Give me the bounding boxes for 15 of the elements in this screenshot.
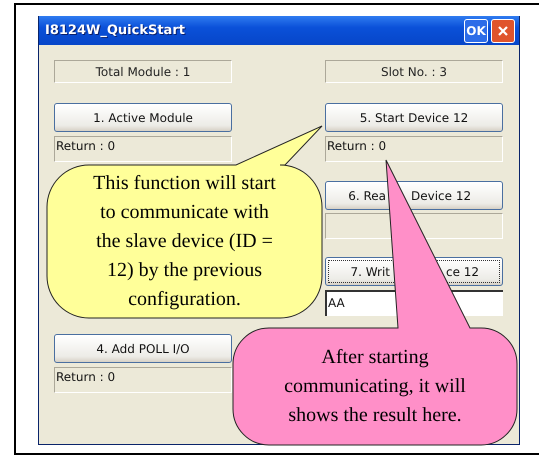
result-field: Return : 0 (54, 367, 232, 393)
info-label: Total Module : 1 (54, 60, 232, 83)
result-field: Return : 0 (325, 136, 503, 162)
action-button[interactable]: 5. Start Device 12 (325, 103, 503, 132)
result-field: Return : 0 (54, 136, 232, 162)
action-button[interactable]: 1. Active Module (54, 103, 232, 132)
window-title: I8124W_QuickStart (45, 23, 186, 38)
close-button[interactable] (491, 18, 515, 42)
callout-text: After starting communicating, it will shows the result here. (283, 345, 467, 428)
close-icon (497, 24, 509, 36)
callout-text: This function will start to communicate with the slave device (ID = 12) by the previous configuration. (92, 171, 277, 312)
action-button[interactable]: 6. Rea Device 12 (325, 181, 503, 210)
ok-button[interactable]: OK (464, 18, 488, 42)
action-button[interactable]: 4. Add POLL I/O (54, 334, 232, 363)
info-label: Slot No. : 3 (325, 60, 503, 83)
